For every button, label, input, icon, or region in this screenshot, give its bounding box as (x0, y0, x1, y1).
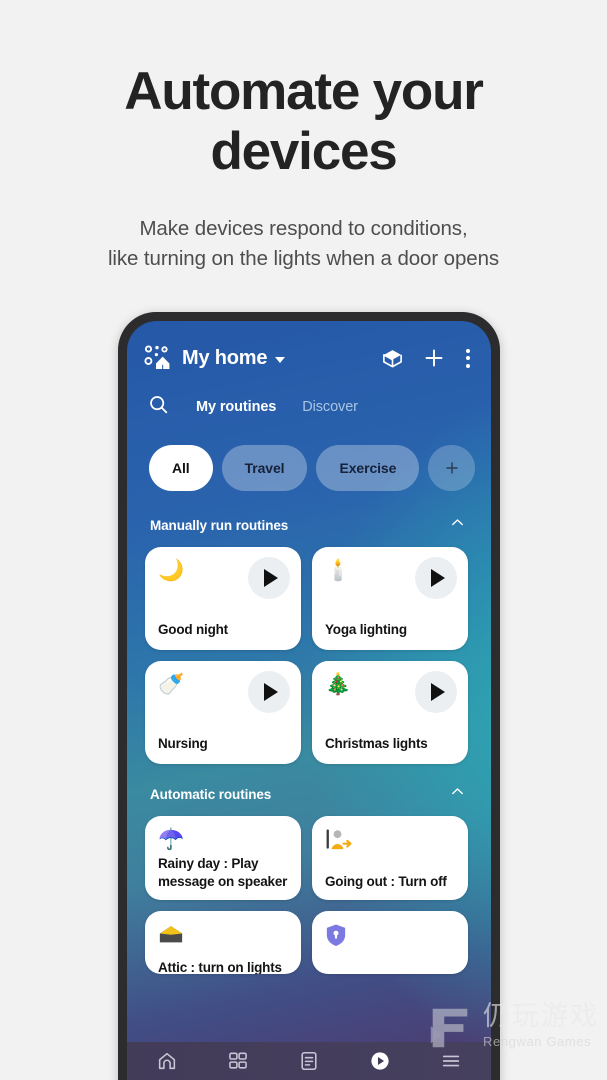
person-exiting-icon (325, 828, 468, 854)
home-name-label[interactable]: My home (182, 347, 267, 370)
life-list-icon (298, 1050, 320, 1077)
smartthings-home-icon[interactable] (144, 345, 171, 371)
devices-grid-icon (227, 1050, 249, 1077)
watermark-en: Rengwan Games (483, 1034, 592, 1049)
promo-subtitle: Make devices respond to conditions, like… (0, 214, 607, 274)
promo-subtitle-line2: like turning on the lights when a door o… (107, 247, 500, 270)
routine-card-going-out[interactable]: Going out : Turn off (312, 816, 468, 900)
watermark-cn: 仍玩游戏 (483, 1001, 599, 1031)
watermark-text: 仍玩游戏 Rengwan Games (483, 1001, 599, 1049)
section-title: Manually run routines (150, 517, 289, 533)
routine-card-label: Yoga lighting (325, 622, 407, 637)
bottom-nav: Home Devices (127, 1042, 491, 1080)
cube-3d-icon[interactable] (381, 347, 404, 370)
nav-item-menu[interactable]: Menu (417, 1050, 485, 1080)
manual-routine-cards: 🌙 Good night 🕯️ Yoga lighting 🍼 Nursing … (127, 537, 491, 764)
nav-item-devices[interactable]: Devices (204, 1050, 272, 1080)
plus-icon (446, 462, 458, 474)
play-button[interactable] (415, 557, 457, 599)
app-header: My home (127, 321, 491, 371)
routine-card-label: Nursing (158, 736, 208, 751)
promo-header: Automate your devices Make devices respo… (0, 0, 607, 274)
filter-chip-row: All Travel Exercise (127, 421, 491, 491)
umbrella-icon: ☂️ (158, 828, 185, 851)
phone-mockup: My home My routines Discover All Travel … (118, 312, 500, 1080)
tab-row: My routines Discover (127, 371, 491, 421)
chevron-up-icon[interactable] (448, 513, 467, 537)
promo-screenshot: Automate your devices Make devices respo… (0, 0, 607, 1080)
section-title: Automatic routines (150, 786, 272, 802)
chip-all[interactable]: All (149, 445, 213, 491)
shield-lock-icon (325, 923, 468, 949)
home-outline-icon (156, 1050, 178, 1077)
menu-lines-icon (440, 1050, 462, 1077)
caret-down-icon[interactable] (275, 356, 286, 363)
routine-card-label: Christmas lights (325, 736, 428, 751)
search-icon[interactable] (147, 393, 170, 421)
routine-card-security[interactable] (312, 911, 468, 974)
routine-card-yoga-lighting[interactable]: 🕯️ Yoga lighting (312, 547, 468, 650)
play-button[interactable] (248, 557, 290, 599)
section-header-automatic: Automatic routines (127, 764, 491, 806)
plus-icon[interactable] (422, 346, 446, 370)
nav-item-routines[interactable]: Routines (346, 1050, 414, 1080)
page-title: Automate your devices (124, 62, 484, 181)
routine-card-good-night[interactable]: 🌙 Good night (145, 547, 301, 650)
routine-card-label: Rainy day : Play message on speaker (158, 856, 288, 889)
attic-house-icon (158, 923, 301, 949)
routine-card-nursing[interactable]: 🍼 Nursing (145, 661, 301, 764)
play-circle-icon (369, 1050, 391, 1077)
routine-card-label: Going out : Turn off (325, 874, 447, 889)
tab-my-routines[interactable]: My routines (196, 399, 276, 415)
chip-add-button[interactable] (428, 445, 476, 491)
section-header-manual: Manually run routines (127, 491, 491, 537)
promo-subtitle-line1: Make devices respond to conditions, (139, 217, 468, 240)
routine-card-label: Good night (158, 622, 228, 637)
nav-item-life[interactable]: Life (275, 1050, 343, 1080)
routine-card-rainy-day[interactable]: ☂️ Rainy day : Play message on speaker (145, 816, 301, 900)
phone-screen: My home My routines Discover All Travel … (127, 321, 491, 1080)
tab-discover[interactable]: Discover (302, 399, 358, 415)
routine-card-label: Attic : turn on lights (158, 960, 282, 974)
play-button[interactable] (415, 671, 457, 713)
automatic-routine-cards: ☂️ Rainy day : Play message on speaker G… (127, 806, 491, 974)
routine-card-attic[interactable]: Attic : turn on lights (145, 911, 301, 974)
chip-exercise[interactable]: Exercise (316, 445, 420, 491)
play-button[interactable] (248, 671, 290, 713)
routine-card-christmas-lights[interactable]: 🎄 Christmas lights (312, 661, 468, 764)
chip-travel[interactable]: Travel (221, 445, 308, 491)
kebab-menu-icon[interactable] (466, 348, 470, 368)
nav-item-home[interactable]: Home (133, 1050, 201, 1080)
chevron-up-icon[interactable] (448, 782, 467, 806)
